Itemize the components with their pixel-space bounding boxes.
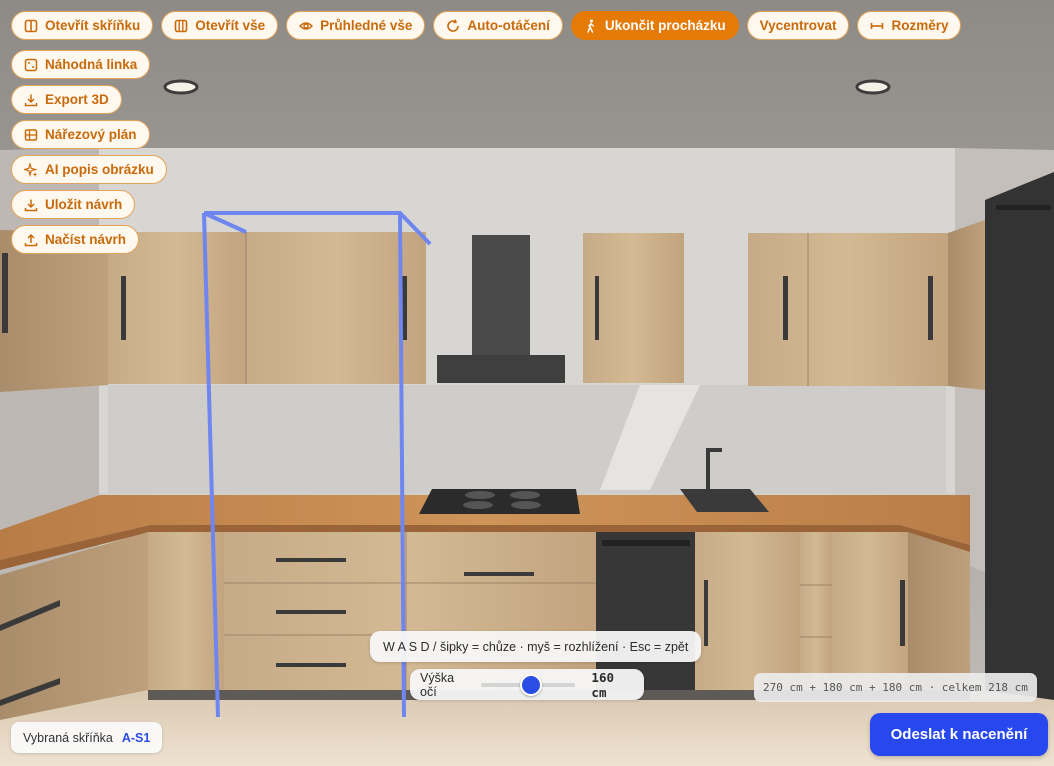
save-design-label: Uložit návrh [45, 197, 123, 212]
cutting-plan-label: Nářezový plán [45, 127, 137, 142]
cutting-plan-button[interactable]: Nářezový plán [11, 120, 150, 149]
eye-height-label: Výška očí [420, 670, 455, 699]
center-label: Vycentrovat [759, 18, 837, 33]
open-all-label: Otevřít vše [195, 18, 266, 33]
eye-height-value: 160 cm [591, 669, 614, 700]
ai-description-button[interactable]: AI popis obrázku [11, 155, 167, 184]
eye-height-slider-thumb[interactable] [520, 673, 543, 696]
transparent-all-button[interactable]: Průhledné vše [286, 11, 426, 40]
end-walk-label: Ukončit procházku [604, 18, 726, 33]
export-3d-button[interactable]: Export 3D [11, 85, 122, 114]
random-kitchen-label: Náhodná linka [45, 57, 138, 72]
upload-icon [24, 233, 38, 247]
open-cabinet-button[interactable]: Otevřít skříňku [11, 11, 154, 40]
load-design-button[interactable]: Načíst návrh [11, 225, 140, 254]
random-kitchen-button[interactable]: Náhodná linka [11, 50, 151, 79]
export-3d-label: Export 3D [45, 92, 109, 107]
open-cabinet-label: Otevřít skříňku [45, 18, 141, 33]
side-toolbar: Náhodná linka Export 3D Nářezový plán AI… [11, 50, 167, 254]
eye-height-slider[interactable] [481, 673, 576, 696]
transparent-all-label: Průhledné vše [320, 18, 413, 33]
selected-cabinet-code: A-S1 [121, 730, 151, 745]
submit-for-quote-label: Odeslat k nacenění [890, 726, 1028, 743]
rotate-icon [446, 18, 460, 33]
sparkle-icon [24, 162, 38, 177]
controls-hint-text: W A S D / šipky = chůze · myš = rozhlíže… [383, 639, 689, 654]
controls-hint: W A S D / šipky = chůze · myš = rozhlíže… [370, 631, 702, 662]
auto-rotate-label: Auto-otáčení [467, 18, 550, 33]
top-toolbar: Otevřít skříňku Otevřít vše Průhledné vš… [11, 11, 962, 40]
end-walk-button[interactable]: Ukončit procházku [570, 11, 739, 40]
submit-for-quote-button[interactable]: Odeslat k nacenění [870, 713, 1048, 756]
download-icon [24, 93, 38, 107]
walk-icon [584, 19, 598, 33]
open-all-button[interactable]: Otevřít vše [161, 11, 279, 40]
dimensions-button[interactable]: Rozměry [857, 11, 962, 40]
save-design-button[interactable]: Uložit návrh [11, 190, 136, 219]
download-icon [24, 198, 38, 212]
selected-cabinet-badge: Vybraná skříňka A-S1 [11, 722, 163, 753]
dimensions-readout: 270 cm + 180 cm + 180 cm · celkem 218 cm [754, 673, 1037, 702]
grid-icon [24, 128, 38, 142]
eye-height-control: Výška očí 160 cm [410, 669, 644, 700]
ruler-icon [870, 19, 884, 33]
eye-icon [299, 19, 314, 33]
columns-icon [24, 19, 38, 33]
multi-columns-icon [174, 19, 188, 33]
dice-icon [24, 58, 38, 72]
center-button[interactable]: Vycentrovat [746, 11, 850, 40]
dimensions-label: Rozměry [891, 18, 949, 33]
dimensions-text: 270 cm + 180 cm + 180 cm · celkem 218 cm [763, 681, 1028, 694]
load-design-label: Načíst návrh [45, 232, 127, 247]
ai-description-label: AI popis obrázku [45, 162, 154, 177]
selected-cabinet-label: Vybraná skříňka [23, 730, 113, 745]
auto-rotate-button[interactable]: Auto-otáčení [433, 11, 563, 40]
